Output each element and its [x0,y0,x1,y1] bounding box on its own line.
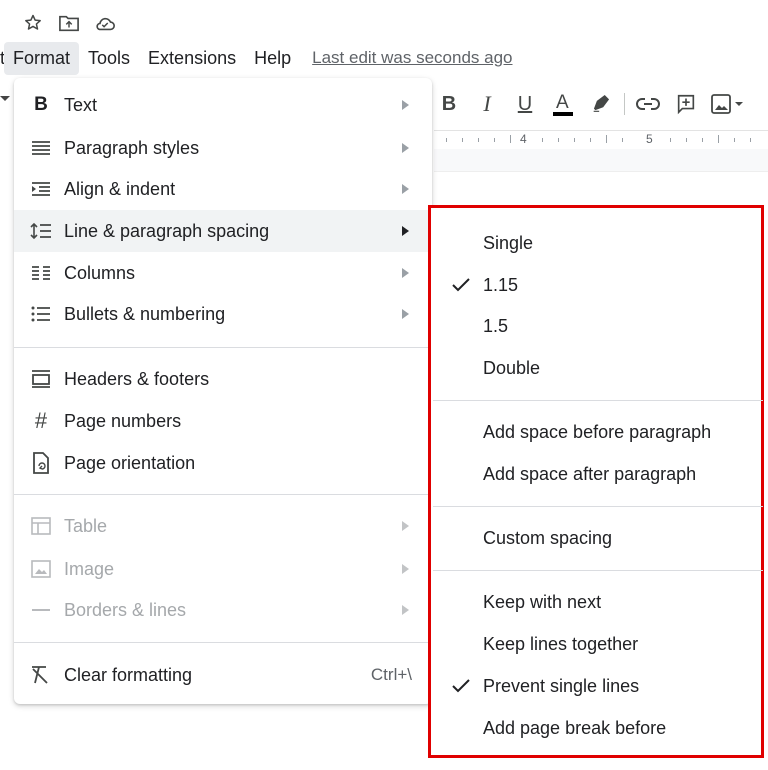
menu-item-headers-footers[interactable]: Headers & footers [14,358,432,400]
borders-lines-icon [30,599,52,621]
submenu-arrow-icon [402,268,409,278]
menu-extensions[interactable]: Extensions [139,42,245,75]
table-icon [30,515,52,537]
submenu-arrow-icon [402,564,409,574]
checkmark-icon [451,676,471,696]
last-edit-link[interactable]: Last edit was seconds ago [312,48,512,68]
add-space-before-paragraph[interactable]: Add space before paragraph [431,412,761,452]
toolbar-divider [624,93,625,115]
menu-item-page-orientation[interactable]: Page orientation [14,442,432,484]
cloud-status-icon[interactable] [94,12,116,34]
submenu-divider [433,400,763,401]
spacing-double[interactable]: Double [431,348,761,388]
ruler-label-4: 4 [520,132,527,146]
format-menu: B Text Paragraph styles Align & indent L… [14,78,432,704]
menu-format[interactable]: Format [4,41,80,75]
menu-item-clear-formatting[interactable]: Clear formatting Ctrl+\ [14,654,432,696]
ruler[interactable]: 4 5 [434,130,768,150]
star-icon[interactable] [22,12,44,34]
spacing-1-15[interactable]: 1.15 [431,265,761,305]
clear-formatting-icon [30,664,52,686]
menu-item-text[interactable]: B Text [14,84,432,126]
submenu-arrow-icon [402,100,409,110]
menu-item-image[interactable]: Image [14,548,432,590]
page-orientation-icon [30,452,52,474]
spacing-1-5[interactable]: 1.5 [431,306,761,346]
line-spacing-icon [30,220,52,242]
bullets-icon [30,303,52,325]
headers-footers-icon [30,368,52,390]
add-space-after-paragraph[interactable]: Add space after paragraph [431,454,761,494]
bold-icon: B [34,94,48,115]
custom-spacing[interactable]: Custom spacing [431,518,761,558]
submenu-arrow-icon [402,226,409,236]
text-color-icon[interactable]: A [548,89,578,119]
add-page-break-before[interactable]: Add page break before [431,708,761,748]
bold-icon[interactable]: B [434,89,464,119]
align-indent-icon [30,178,52,200]
menu-bar: t Format Tools Extensions Help Last edit… [0,40,513,76]
menu-item-page-numbers[interactable]: # Page numbers [14,400,432,442]
menu-item-columns[interactable]: Columns [14,252,432,294]
title-bar-icons [22,10,116,36]
underline-icon[interactable]: U [510,89,540,119]
image-icon [30,558,52,580]
menu-divider [14,642,432,643]
svg-text:A: A [556,92,569,113]
submenu-divider [433,506,763,507]
menu-item-line-paragraph-spacing[interactable]: Line & paragraph spacing [14,210,432,252]
highlight-icon[interactable] [586,89,616,119]
line-spacing-submenu: Single 1.15 1.5 Double Add space before … [428,205,764,758]
menu-help[interactable]: Help [245,42,300,75]
menu-divider [14,494,432,495]
move-to-folder-icon[interactable] [58,12,80,34]
image-icon[interactable] [709,89,747,119]
paragraph-styles-icon [30,137,52,159]
checkmark-icon [451,275,471,295]
prevent-single-lines[interactable]: Prevent single lines [431,666,761,706]
menu-divider [14,347,432,348]
menu-item-table[interactable]: Table [14,505,432,547]
menu-item-paragraph-styles[interactable]: Paragraph styles [14,127,432,169]
chevron-down-icon[interactable] [0,96,10,101]
keep-with-next[interactable]: Keep with next [431,582,761,622]
submenu-arrow-icon [402,184,409,194]
columns-icon [30,262,52,284]
keep-lines-together[interactable]: Keep lines together [431,624,761,664]
menu-tools[interactable]: Tools [79,42,139,75]
menu-item-align-indent[interactable]: Align & indent [14,168,432,210]
page-background [434,149,768,172]
italic-icon[interactable]: I [472,89,502,119]
spacing-single[interactable]: Single [431,223,761,263]
submenu-arrow-icon [402,309,409,319]
link-icon[interactable] [633,89,663,119]
submenu-divider [433,570,763,571]
toolbar: B I U A [434,86,747,122]
submenu-arrow-icon [402,143,409,153]
hash-icon: # [34,408,48,433]
comment-icon[interactable] [671,89,701,119]
shortcut-label: Ctrl+\ [370,665,412,684]
ruler-label-5: 5 [646,132,653,146]
menu-item-borders-lines[interactable]: Borders & lines [14,589,432,631]
submenu-arrow-icon [402,605,409,615]
submenu-arrow-icon [402,521,409,531]
menu-item-bullets-numbering[interactable]: Bullets & numbering [14,293,432,335]
